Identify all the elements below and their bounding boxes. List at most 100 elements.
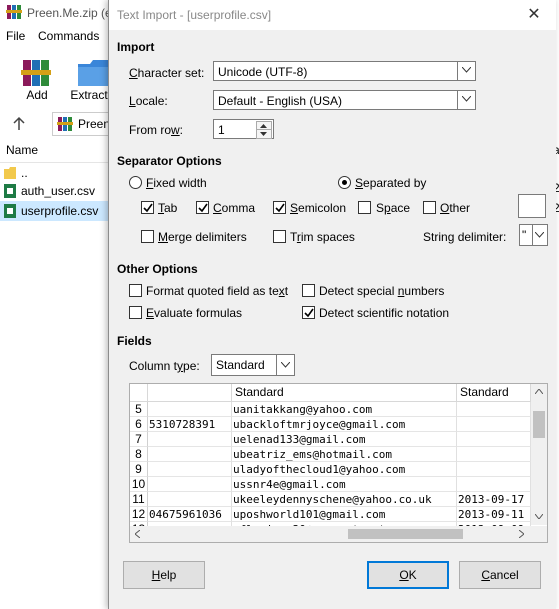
menu-commands[interactable]: Commands — [38, 29, 99, 43]
other-separator-input[interactable] — [518, 194, 546, 218]
vertical-scroll-thumb[interactable] — [533, 411, 545, 438]
semicolon-label[interactable]: Semicolon — [290, 201, 346, 215]
chevron-down-icon — [457, 62, 475, 80]
up-arrow-icon[interactable] — [12, 116, 26, 132]
grid-cell[interactable] — [148, 402, 232, 417]
space-checkbox[interactable] — [358, 201, 371, 214]
extract-button[interactable]: Extract — [64, 52, 114, 104]
semicolon-checkbox[interactable] — [273, 201, 286, 214]
grid-cell[interactable] — [457, 462, 531, 477]
grid-cell[interactable]: uelenad133@gmail.com — [232, 432, 457, 447]
grid-cell[interactable]: ussnr4e@gmail.com — [232, 477, 457, 492]
separated-by-label[interactable]: Separated by — [355, 176, 426, 190]
scroll-right-icon[interactable] — [519, 530, 524, 538]
menu-file[interactable]: File — [6, 29, 25, 43]
help-button[interactable]: Help — [123, 561, 205, 589]
format-quoted-checkbox[interactable] — [129, 284, 142, 297]
detect-special-numbers-checkbox[interactable] — [302, 284, 315, 297]
grid-row[interactable]: 10 ussnr4e@gmail.com — [130, 477, 531, 492]
evaluate-formulas-checkbox[interactable] — [129, 306, 142, 319]
horizontal-scrollbar[interactable] — [130, 526, 531, 542]
grid-cell[interactable]: ukeeleydennyschene@yahoo.co.uk — [232, 492, 457, 507]
grid-cell[interactable] — [148, 477, 232, 492]
merge-delimiters-label[interactable]: Merge delimiters — [158, 230, 247, 244]
close-button[interactable]: ✕ — [519, 2, 549, 28]
trim-spaces-label[interactable]: Trim spaces — [290, 230, 355, 244]
grid-row[interactable]: 11 ukeeleydennyschene@yahoo.co.uk 2013-09-… — [130, 492, 531, 507]
grid-row[interactable]: 12 04675961036 uposhworld101@gmail.com 2013… — [130, 507, 531, 522]
merge-delimiters-checkbox[interactable] — [141, 230, 154, 243]
chevron-down-icon — [532, 225, 547, 245]
add-button[interactable]: Add — [12, 52, 62, 104]
file-row[interactable]: .. — [0, 163, 110, 183]
charset-select[interactable]: Unicode (UTF-8) — [213, 61, 476, 81]
file-row-selected[interactable]: userprofile.csv — [0, 201, 110, 221]
grid-cell[interactable] — [148, 432, 232, 447]
format-quoted-label[interactable]: Format quoted field as text — [146, 284, 288, 298]
ok-button[interactable]: OK — [367, 561, 449, 589]
preview-grid[interactable]: Standard Standard 5 uanitakkang@yahoo.com… — [129, 383, 548, 543]
grid-cell[interactable] — [457, 447, 531, 462]
tab-label[interactable]: Tab — [158, 201, 177, 215]
grid-cell[interactable] — [457, 402, 531, 417]
fromrow-spinner[interactable]: 1 — [213, 119, 274, 139]
fromrow-value: 1 — [218, 123, 225, 137]
other-checkbox[interactable] — [423, 201, 436, 214]
charset-label: Character set: — [129, 66, 205, 80]
grid-cell[interactable]: ubeatriz_ems@hotmail.com — [232, 447, 457, 462]
detect-scientific-checkbox[interactable] — [302, 306, 315, 319]
column-header-3[interactable]: Standard — [457, 384, 531, 402]
grid-row[interactable]: 5 uanitakkang@yahoo.com — [130, 402, 531, 417]
fixed-width-label[interactable]: Fixed width — [146, 176, 207, 190]
trim-spaces-checkbox[interactable] — [273, 230, 286, 243]
grid-cell[interactable]: 5310728391 — [148, 417, 232, 432]
vertical-scrollbar[interactable] — [531, 384, 547, 525]
grid-cell[interactable] — [148, 492, 232, 507]
grid-cell[interactable] — [457, 417, 531, 432]
tab-checkbox[interactable] — [141, 201, 154, 214]
grid-cell[interactable] — [457, 432, 531, 447]
other-label[interactable]: Other — [440, 201, 470, 215]
scroll-down-icon[interactable] — [535, 514, 543, 519]
comma-checkbox[interactable] — [196, 201, 209, 214]
fixed-width-radio[interactable] — [129, 176, 142, 189]
grid-cell[interactable]: uladyofthecloud1@yahoo.com — [232, 462, 457, 477]
space-label[interactable]: Space — [376, 201, 410, 215]
detect-special-numbers-label[interactable]: Detect special numbers — [319, 284, 444, 298]
name-column-header[interactable]: Name — [6, 143, 38, 157]
detect-scientific-label[interactable]: Detect scientific notation — [319, 306, 449, 320]
scroll-up-icon[interactable] — [535, 389, 543, 394]
grid-cell[interactable] — [148, 447, 232, 462]
grid-cell[interactable]: uanitakkang@yahoo.com — [232, 402, 457, 417]
scroll-left-icon[interactable] — [135, 530, 140, 538]
grid-row[interactable]: 7 uelenad133@gmail.com — [130, 432, 531, 447]
background-title: Preen.Me.zip (e — [27, 6, 112, 20]
cancel-button[interactable]: Cancel — [459, 561, 541, 589]
file-row[interactable]: auth_user.csv — [0, 181, 110, 201]
grid-cell[interactable]: ubackloftmrjoyce@gmail.com — [232, 417, 457, 432]
comma-label[interactable]: Comma — [213, 201, 255, 215]
grid-row[interactable]: 9 uladyofthecloud1@yahoo.com — [130, 462, 531, 477]
grid-row[interactable]: 8 ubeatriz_ems@hotmail.com — [130, 447, 531, 462]
horizontal-scroll-thumb[interactable] — [348, 529, 463, 539]
column-type-select[interactable]: Standard — [211, 354, 295, 376]
grid-cell[interactable] — [457, 477, 531, 492]
column-header-2[interactable]: Standard — [232, 384, 457, 402]
grid-row[interactable]: 6 5310728391 ubackloftmrjoyce@gmail.com — [130, 417, 531, 432]
grid-cell[interactable]: 2013-09-17 — [457, 492, 531, 507]
charset-value: Unicode (UTF-8) — [218, 65, 308, 79]
row-number: 9 — [130, 462, 148, 477]
row-number: 8 — [130, 447, 148, 462]
grid-cell[interactable]: 04675961036 — [148, 507, 232, 522]
grid-cell[interactable]: 2013-09-11 — [457, 507, 531, 522]
column-header-1[interactable] — [148, 384, 232, 402]
spin-down-icon[interactable] — [256, 129, 272, 139]
grid-cell[interactable] — [148, 462, 232, 477]
string-delimiter-select[interactable]: " — [519, 224, 548, 246]
address-bar: Preen — [0, 112, 124, 136]
evaluate-formulas-label[interactable]: Evaluate formulas — [146, 306, 242, 320]
separated-by-radio[interactable] — [338, 176, 351, 189]
grid-cell[interactable]: uposhworld101@gmail.com — [232, 507, 457, 522]
address-text: Preen — [78, 117, 111, 131]
locale-select[interactable]: Default - English (USA) — [213, 90, 476, 110]
